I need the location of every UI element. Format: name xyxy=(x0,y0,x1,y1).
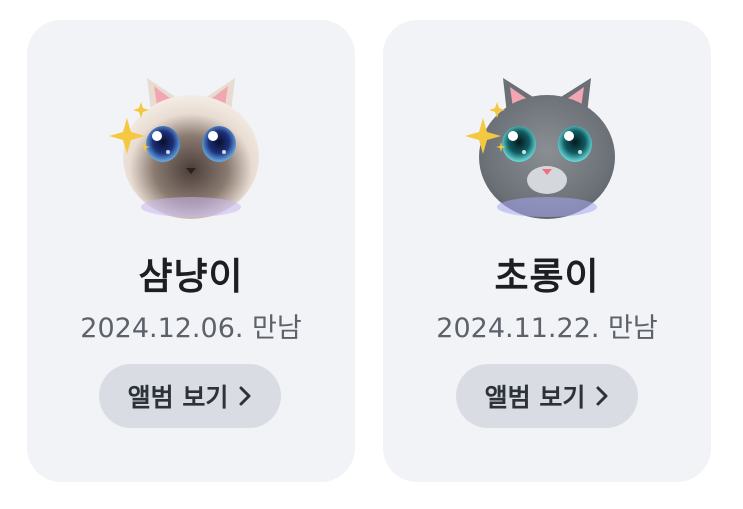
chevron-right-icon xyxy=(239,386,251,406)
pet-name: 샴냥이 xyxy=(138,255,244,298)
gray-cat-face-icon xyxy=(457,72,637,222)
pet-name: 초롱이 xyxy=(494,255,600,298)
album-view-button[interactable]: 앨범 보기 xyxy=(456,364,638,428)
album-view-button[interactable]: 앨범 보기 xyxy=(99,364,281,428)
album-view-label: 앨범 보기 xyxy=(484,383,586,412)
siamese-cat-face-icon xyxy=(101,72,281,222)
chevron-right-icon xyxy=(596,386,608,406)
pet-card-siamese: 샴냥이 2024.12.06. 만남 앨범 보기 xyxy=(27,20,355,482)
album-view-label: 앨범 보기 xyxy=(127,383,229,412)
pet-card-gray: 초롱이 2024.11.22. 만남 앨범 보기 xyxy=(383,20,711,482)
met-date: 2024.11.22. 만남 xyxy=(436,313,658,344)
pet-list: 샴냥이 2024.12.06. 만남 앨범 보기 초롱이 2024.11.22.… xyxy=(0,0,743,509)
met-date: 2024.12.06. 만남 xyxy=(80,313,302,344)
